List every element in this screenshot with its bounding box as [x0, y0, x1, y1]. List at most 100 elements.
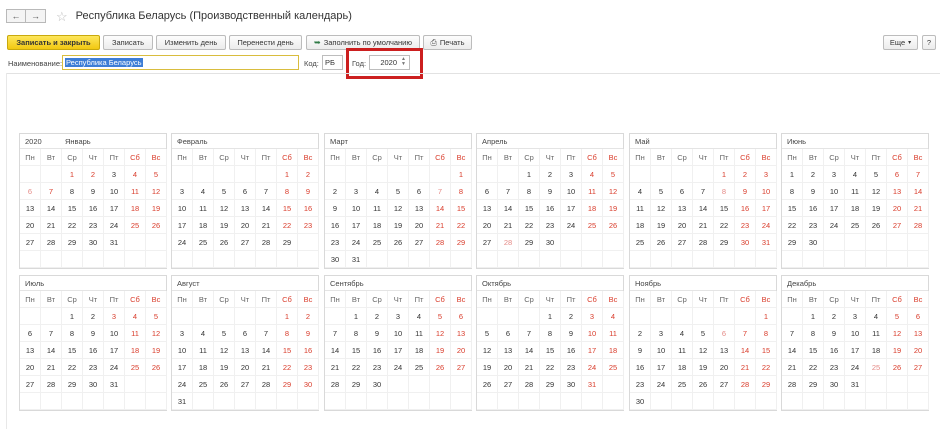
- day-cell[interactable]: 26: [388, 234, 409, 251]
- day-cell[interactable]: 26: [693, 376, 714, 393]
- day-cell[interactable]: 28: [908, 217, 929, 234]
- day-cell[interactable]: 15: [346, 342, 367, 359]
- day-cell[interactable]: 22: [756, 359, 777, 376]
- day-cell[interactable]: 9: [561, 325, 582, 342]
- day-cell[interactable]: 21: [735, 359, 756, 376]
- day-cell[interactable]: 29: [451, 234, 472, 251]
- day-cell[interactable]: 13: [887, 183, 908, 200]
- day-cell[interactable]: 2: [540, 166, 561, 183]
- day-cell[interactable]: 14: [782, 342, 803, 359]
- day-cell[interactable]: 8: [803, 325, 824, 342]
- day-cell[interactable]: 12: [214, 342, 235, 359]
- day-cell[interactable]: 5: [603, 166, 624, 183]
- day-cell[interactable]: 7: [256, 183, 277, 200]
- day-cell[interactable]: 19: [388, 217, 409, 234]
- day-cell[interactable]: 7: [430, 183, 451, 200]
- day-cell[interactable]: 1: [346, 308, 367, 325]
- more-menu-button[interactable]: Еще ▾: [883, 35, 918, 50]
- day-cell[interactable]: 31: [104, 376, 125, 393]
- day-cell[interactable]: 10: [582, 325, 603, 342]
- day-cell[interactable]: 19: [866, 200, 887, 217]
- day-cell[interactable]: 30: [803, 234, 824, 251]
- day-cell[interactable]: 15: [803, 342, 824, 359]
- day-cell[interactable]: 14: [325, 342, 346, 359]
- day-cell[interactable]: 21: [325, 359, 346, 376]
- forward-button[interactable]: →: [26, 9, 46, 23]
- day-cell[interactable]: 11: [367, 200, 388, 217]
- day-cell[interactable]: 20: [908, 342, 929, 359]
- day-cell[interactable]: 28: [256, 376, 277, 393]
- day-cell[interactable]: 21: [519, 359, 540, 376]
- day-cell[interactable]: 23: [561, 359, 582, 376]
- day-cell[interactable]: 24: [824, 217, 845, 234]
- day-cell[interactable]: 22: [346, 359, 367, 376]
- day-cell[interactable]: 8: [519, 183, 540, 200]
- day-cell[interactable]: 23: [540, 217, 561, 234]
- day-cell[interactable]: 20: [20, 217, 41, 234]
- day-cell[interactable]: 25: [367, 234, 388, 251]
- day-cell[interactable]: 28: [430, 234, 451, 251]
- day-cell[interactable]: 31: [756, 234, 777, 251]
- day-cell[interactable]: 27: [498, 376, 519, 393]
- name-field[interactable]: Республика Беларусь: [62, 55, 299, 70]
- day-cell[interactable]: 4: [409, 308, 430, 325]
- day-cell[interactable]: 22: [277, 359, 298, 376]
- day-cell[interactable]: 2: [83, 166, 104, 183]
- day-cell[interactable]: 28: [519, 376, 540, 393]
- day-cell[interactable]: 13: [714, 342, 735, 359]
- day-cell[interactable]: 22: [782, 217, 803, 234]
- day-cell[interactable]: 9: [83, 325, 104, 342]
- day-cell[interactable]: 3: [388, 308, 409, 325]
- day-cell[interactable]: 6: [235, 183, 256, 200]
- day-cell[interactable]: 4: [582, 166, 603, 183]
- day-cell[interactable]: 28: [41, 234, 62, 251]
- day-cell[interactable]: 15: [277, 200, 298, 217]
- day-cell[interactable]: 14: [693, 200, 714, 217]
- day-cell[interactable]: 11: [193, 342, 214, 359]
- day-cell[interactable]: 7: [41, 183, 62, 200]
- day-cell[interactable]: 24: [845, 359, 866, 376]
- day-cell[interactable]: 10: [104, 325, 125, 342]
- day-cell[interactable]: 21: [782, 359, 803, 376]
- day-cell[interactable]: 18: [845, 200, 866, 217]
- day-cell[interactable]: 8: [756, 325, 777, 342]
- save-and-close-button[interactable]: Записать и закрыть: [7, 35, 100, 50]
- move-day-button[interactable]: Перенести день: [229, 35, 302, 50]
- day-cell[interactable]: 25: [603, 359, 624, 376]
- day-cell[interactable]: 12: [477, 342, 498, 359]
- day-cell[interactable]: 20: [672, 217, 693, 234]
- day-cell[interactable]: 23: [83, 359, 104, 376]
- day-cell[interactable]: 30: [824, 376, 845, 393]
- day-cell[interactable]: 20: [714, 359, 735, 376]
- day-cell[interactable]: 24: [582, 359, 603, 376]
- day-cell[interactable]: 11: [603, 325, 624, 342]
- day-cell[interactable]: 23: [298, 359, 319, 376]
- day-cell[interactable]: 14: [256, 342, 277, 359]
- day-cell[interactable]: 12: [430, 325, 451, 342]
- day-cell[interactable]: 22: [451, 217, 472, 234]
- day-cell[interactable]: 18: [125, 342, 146, 359]
- day-cell[interactable]: 5: [651, 183, 672, 200]
- day-cell[interactable]: 10: [388, 325, 409, 342]
- day-cell[interactable]: 17: [651, 359, 672, 376]
- day-cell[interactable]: 14: [41, 342, 62, 359]
- day-cell[interactable]: 1: [803, 308, 824, 325]
- day-cell[interactable]: 25: [125, 217, 146, 234]
- day-cell[interactable]: 10: [104, 183, 125, 200]
- day-cell[interactable]: 12: [146, 183, 167, 200]
- day-cell[interactable]: 8: [62, 183, 83, 200]
- day-cell[interactable]: 24: [651, 376, 672, 393]
- day-cell[interactable]: 18: [125, 200, 146, 217]
- day-cell[interactable]: 9: [83, 183, 104, 200]
- day-cell[interactable]: 29: [756, 376, 777, 393]
- day-cell[interactable]: 11: [845, 183, 866, 200]
- day-cell[interactable]: 17: [346, 217, 367, 234]
- day-cell[interactable]: 22: [803, 359, 824, 376]
- day-cell[interactable]: 31: [582, 376, 603, 393]
- day-cell[interactable]: 19: [603, 200, 624, 217]
- day-cell[interactable]: 4: [845, 166, 866, 183]
- day-cell[interactable]: 28: [498, 234, 519, 251]
- day-cell[interactable]: 17: [756, 200, 777, 217]
- day-cell[interactable]: 15: [451, 200, 472, 217]
- save-button[interactable]: Записать: [103, 35, 153, 50]
